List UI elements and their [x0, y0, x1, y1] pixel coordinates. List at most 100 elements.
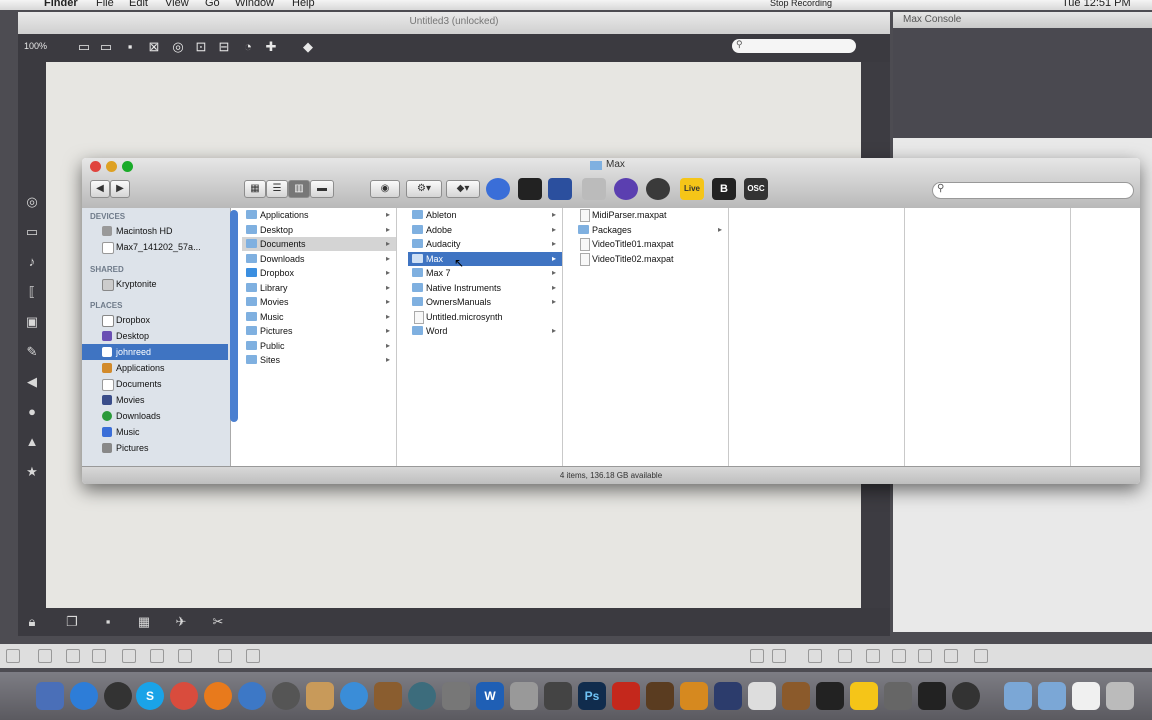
strip-button[interactable]	[866, 649, 880, 663]
app-shortcut-icon[interactable]	[646, 178, 670, 200]
sidebar-item-pictures[interactable]: Pictures	[82, 440, 228, 456]
strip-button[interactable]	[974, 649, 988, 663]
list-item[interactable]: Ableton ▸	[408, 208, 562, 222]
list-item[interactable]: Music ▸	[242, 310, 396, 324]
menu-file[interactable]: File	[96, 0, 114, 9]
lock-icon[interactable]: 🔒︎	[24, 614, 40, 630]
list-item[interactable]: Native Instruments ▸	[408, 281, 562, 295]
zoom-level[interactable]: 100%	[24, 41, 47, 51]
app-shortcut-icon[interactable]	[614, 178, 638, 200]
strip-button[interactable]	[150, 649, 164, 663]
image-icon[interactable]: ▣	[24, 314, 40, 330]
list-view-button[interactable]: ☰	[266, 180, 288, 198]
wrench-icon[interactable]: ✂	[210, 614, 226, 630]
sidebar-item-applications[interactable]: Applications	[82, 360, 228, 376]
app-shortcut-icon[interactable]	[548, 178, 572, 200]
max-search-input[interactable]: ⚲	[732, 39, 856, 53]
strip-button[interactable]	[892, 649, 906, 663]
live-app-icon[interactable]: Live	[680, 178, 704, 200]
itunes-dock-icon[interactable]	[340, 682, 368, 710]
document-dock-icon[interactable]	[1072, 682, 1100, 710]
toggle-icon[interactable]: ⊠	[146, 39, 162, 55]
preview-dock-icon[interactable]	[306, 682, 334, 710]
coverflow-view-button[interactable]: ▬	[310, 180, 334, 198]
button-icon[interactable]: ◎	[170, 39, 186, 55]
icon-view-button[interactable]: ▦	[244, 180, 266, 198]
list-item[interactable]: MidiParser.maxpat	[574, 208, 728, 222]
list-item[interactable]: Documents ▸	[242, 237, 396, 251]
number-icon[interactable]: ⊡	[193, 39, 209, 55]
sidebar-item-downloads[interactable]: Downloads	[82, 408, 228, 424]
timemachine-dock-icon[interactable]	[408, 682, 436, 710]
back-button[interactable]: ◀	[90, 180, 110, 198]
display-icon[interactable]: ▭	[24, 224, 40, 240]
skype-dock-icon[interactable]: S	[136, 682, 164, 710]
photos-dock-icon[interactable]	[374, 682, 402, 710]
strip-button[interactable]	[246, 649, 260, 663]
bracket-icon[interactable]: ⟦	[24, 284, 40, 300]
audio-app-dock-icon[interactable]	[646, 682, 674, 710]
system-preferences-dock-icon[interactable]	[442, 682, 470, 710]
b-app-icon[interactable]: B	[712, 178, 736, 200]
list-item[interactable]: Max ▸	[408, 251, 562, 266]
sidebar-scrollbar[interactable]	[230, 210, 238, 422]
firefox-dock-icon[interactable]	[204, 682, 232, 710]
zoom-button[interactable]	[122, 161, 133, 172]
list-item[interactable]: Applications ▸	[242, 208, 396, 222]
list-item[interactable]: Pictures ▸	[242, 324, 396, 338]
trash-dock-icon[interactable]	[1106, 682, 1134, 710]
app-dock-icon[interactable]	[884, 682, 912, 710]
finder-dock-icon[interactable]	[36, 682, 64, 710]
sidebar-item-desktop[interactable]: Desktop	[82, 328, 228, 344]
minimize-button[interactable]	[106, 161, 117, 172]
grid-icon[interactable]: ▦	[136, 614, 152, 630]
live-dock-icon[interactable]	[850, 682, 878, 710]
sidebar-item-max-disk[interactable]: Max7_141202_57a...	[82, 239, 228, 255]
max7-dock-icon[interactable]	[952, 682, 980, 710]
strip-button[interactable]	[218, 649, 232, 663]
piano-app-icon[interactable]	[518, 178, 542, 200]
sidebar-item-macintosh-hd[interactable]: Macintosh HD	[82, 223, 228, 239]
list-item[interactable]: VideoTitle02.maxpat	[574, 252, 728, 266]
list-item[interactable]: Packages ▸	[574, 223, 728, 237]
strip-button[interactable]	[918, 649, 932, 663]
message-icon[interactable]: ▭	[98, 39, 114, 55]
menu-go[interactable]: Go	[205, 0, 220, 9]
strip-button[interactable]	[772, 649, 786, 663]
list-item[interactable]: Word ▸	[408, 324, 562, 338]
menu-app-name[interactable]: Finder	[44, 0, 78, 9]
menu-help[interactable]: Help	[292, 0, 315, 9]
mixer-dock-icon[interactable]	[816, 682, 844, 710]
strip-button[interactable]	[808, 649, 822, 663]
folder-dock-icon[interactable]	[1004, 682, 1032, 710]
star-icon[interactable]: ★	[24, 464, 40, 480]
sidebar-item-dropbox[interactable]: Dropbox	[82, 312, 228, 328]
list-item[interactable]: OwnersManuals ▸	[408, 295, 562, 309]
osc-app-icon[interactable]: OSC	[744, 178, 768, 200]
add-icon[interactable]: ✚	[263, 39, 279, 55]
utility-app-icon[interactable]	[582, 178, 606, 200]
paint-icon[interactable]: ◆	[300, 39, 316, 55]
menu-window[interactable]: Window	[235, 0, 274, 9]
menubar-clock[interactable]: Tue 12:51 PM	[1062, 0, 1131, 9]
strip-button[interactable]	[178, 649, 192, 663]
sidebar-item-documents[interactable]: Documents	[82, 376, 228, 392]
word-dock-icon[interactable]: W	[476, 682, 504, 710]
paperclip-icon[interactable]: ✎	[24, 344, 40, 360]
utility-dock-icon[interactable]	[510, 682, 538, 710]
target-icon[interactable]: ◎	[24, 194, 40, 210]
list-item[interactable]: Dropbox ▸	[242, 266, 396, 280]
app-dock-icon[interactable]	[714, 682, 742, 710]
sidebar-item-kryptonite[interactable]: Kryptonite	[82, 276, 228, 292]
sidebar-item-music[interactable]: Music	[82, 424, 228, 440]
list-item[interactable]: Desktop ▸	[242, 223, 396, 237]
strip-button[interactable]	[92, 649, 106, 663]
new-object-icon[interactable]: ▭	[76, 39, 92, 55]
list-item[interactable]: Movies ▸	[242, 295, 396, 309]
list-item[interactable]: Audacity ▸	[408, 237, 562, 251]
powerpoint-dock-icon[interactable]	[612, 682, 640, 710]
list-item[interactable]: Public ▸	[242, 339, 396, 353]
debug-icon[interactable]: ✈	[173, 614, 189, 630]
circle-icon[interactable]: ●	[24, 404, 40, 420]
finder-search-input[interactable]: ⚲	[932, 182, 1134, 199]
